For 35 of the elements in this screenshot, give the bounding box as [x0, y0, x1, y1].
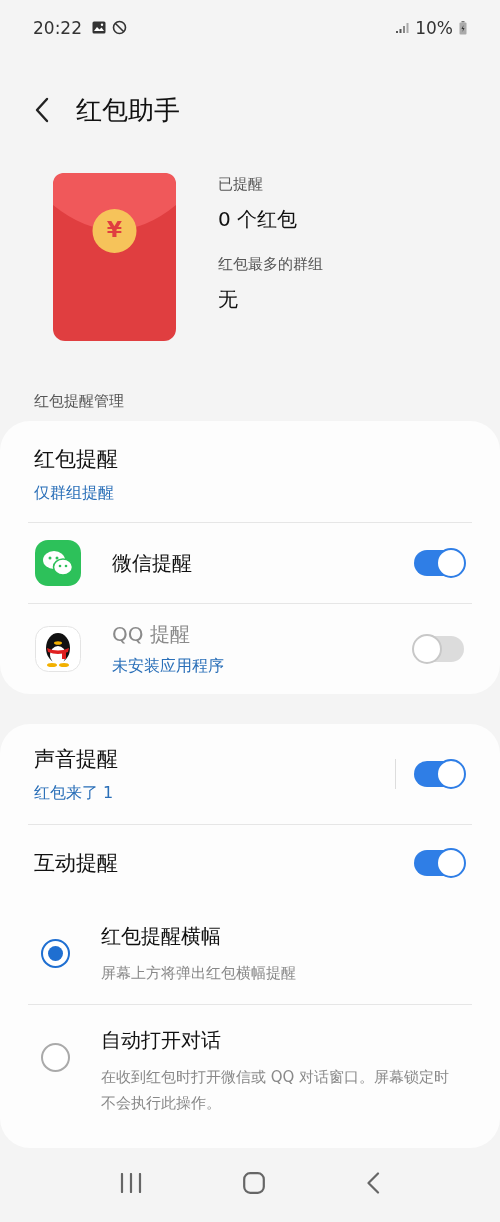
setting-subtitle: 红包来了 1	[34, 782, 115, 804]
toggle-switch[interactable]	[414, 850, 464, 876]
setting-title: 互动提醒	[34, 850, 119, 877]
penguin-icon	[35, 626, 81, 672]
option-title: 红包提醒横幅	[101, 923, 222, 950]
app-reminder-label: 微信提醒	[112, 549, 193, 577]
home-icon[interactable]	[243, 1172, 265, 1194]
app-status: 未安装应用程序	[112, 656, 225, 677]
battery-percent: 10%	[415, 17, 453, 38]
status-time: 20:22	[33, 17, 82, 38]
toggle-switch[interactable]	[414, 761, 464, 787]
section-label: 红包提醒管理	[33, 391, 125, 412]
page-title: 红包助手	[76, 93, 180, 127]
envelope-drawing: ¥	[53, 173, 176, 341]
sync-off-icon	[112, 20, 127, 35]
stat-value: 0 个红包	[218, 206, 299, 233]
setting-subtitle[interactable]: 仅群组提醒	[34, 483, 466, 504]
image-icon	[92, 21, 106, 34]
option-description: 在收到红包时打开微信或 QQ 对话窗口。屏幕锁定时不会执行此操作。	[101, 1067, 451, 1114]
stat-label: 红包最多的群组	[218, 255, 323, 274]
setting-title: 声音提醒	[34, 745, 119, 773]
app-reminder-label: QQ 提醒	[112, 621, 191, 648]
radio-button[interactable]	[41, 939, 70, 968]
stat-value: 无	[218, 286, 239, 313]
radio-button[interactable]	[41, 1043, 70, 1072]
option-title: 自动打开对话	[101, 1027, 222, 1054]
battery-icon	[459, 20, 467, 35]
setting-title: 红包提醒	[34, 446, 119, 473]
recent-apps-icon[interactable]	[120, 1173, 143, 1193]
signal-icon	[396, 22, 410, 33]
stat-label: 已提醒	[218, 175, 264, 194]
back-icon[interactable]	[34, 97, 50, 123]
toggle-switch[interactable]	[414, 550, 464, 576]
chat-bubbles-icon	[35, 540, 81, 586]
option-description: 屏幕上方将弹出红包横幅提醒	[101, 963, 296, 984]
